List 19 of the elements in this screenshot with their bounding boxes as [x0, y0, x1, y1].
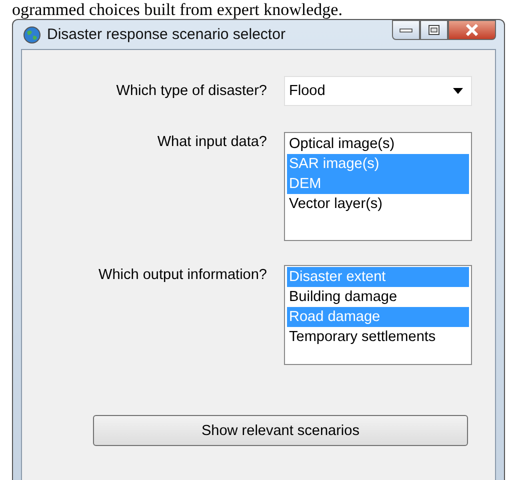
document-text: ogrammed choices built from expert knowledge.: [11, 0, 344, 19]
list-item[interactable]: Temporary settlements: [287, 327, 469, 347]
list-item[interactable]: Optical image(s): [287, 134, 469, 154]
dropdown-caret-icon: [453, 88, 463, 94]
list-item[interactable]: Vector layer(s): [287, 194, 469, 214]
minimize-icon: [399, 26, 413, 34]
field-label: Which output information?: [98, 267, 267, 285]
window-title: Disaster response scenario selector: [47, 26, 286, 43]
minimize-button[interactable]: [392, 20, 420, 40]
show-scenarios-button[interactable]: Show relevant scenarios: [93, 415, 468, 446]
close-button[interactable]: [448, 20, 496, 40]
disaster-type-dropdown[interactable]: Flood: [284, 76, 472, 106]
field-label: Which type of disaster?: [115, 83, 267, 99]
maximize-button[interactable]: [420, 20, 448, 40]
close-icon: [464, 24, 480, 36]
maximize-icon: [427, 24, 441, 36]
field-label: What input data?: [156, 134, 267, 152]
list-item[interactable]: Building damage: [287, 287, 469, 307]
globe-icon: [23, 26, 41, 44]
